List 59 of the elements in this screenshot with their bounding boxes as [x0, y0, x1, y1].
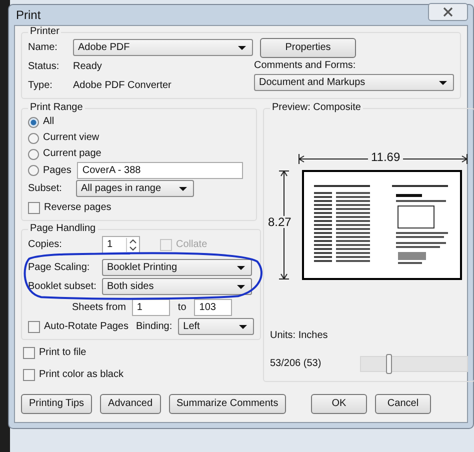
spin-arrows-icon — [129, 238, 137, 252]
type-value: Adobe PDF Converter — [73, 80, 172, 92]
checkbox[interactable] — [23, 368, 35, 380]
checkbox[interactable] — [28, 320, 40, 332]
comments-dropdown[interactable]: Document and Markups — [254, 74, 454, 91]
group-title: Page Handling — [29, 223, 97, 235]
properties-button[interactable]: Properties — [260, 38, 356, 58]
close-icon — [443, 7, 453, 17]
checkbox-label: Collate — [176, 238, 208, 250]
page-scaling-dropdown[interactable]: Booklet Printing — [102, 259, 252, 276]
checkbox[interactable] — [23, 346, 35, 358]
dialog-button[interactable]: Cancel — [375, 394, 431, 414]
group-title: Printer — [29, 26, 60, 38]
dialog-button[interactable]: Printing Tips — [21, 394, 92, 414]
radio-button[interactable] — [28, 148, 39, 160]
dialog-button[interactable]: Summarize Comments — [168, 394, 286, 414]
checkbox-label: Auto-Rotate Pages — [44, 320, 130, 332]
copies-spinner[interactable]: 1 — [102, 236, 140, 254]
field-label: Comments and Forms: — [254, 60, 357, 72]
field-label: Status: — [28, 60, 60, 72]
radio-label: Current page — [43, 148, 102, 160]
pages-field[interactable]: CoverA - 388 — [77, 162, 244, 179]
group-title: Preview: Composite — [271, 102, 362, 114]
field-label: Binding: — [136, 320, 172, 332]
status-value: Ready — [73, 60, 102, 72]
field-label: Sheets from — [72, 302, 126, 314]
binding-dropdown[interactable]: Left — [178, 318, 254, 335]
page-counter: 53/206 (53) — [270, 358, 322, 370]
field-label: Type: — [28, 80, 54, 92]
page-slider-thumb[interactable] — [386, 354, 392, 374]
dialog-button[interactable]: Advanced — [100, 394, 161, 414]
close-button[interactable] — [428, 3, 468, 21]
printer-dropdown[interactable]: Adobe PDF — [73, 39, 253, 56]
radio-label: All — [43, 116, 54, 128]
checkbox-label: Reverse pages — [44, 202, 112, 214]
checkbox[interactable] — [28, 202, 40, 214]
radio-button[interactable] — [28, 132, 39, 144]
field-label: Booklet subset: — [28, 280, 98, 292]
dialog-button[interactable]: OK — [311, 394, 367, 414]
sheets-from-field[interactable]: 1 — [132, 299, 170, 316]
radio-label: Pages — [43, 164, 72, 176]
booklet-subset-dropdown[interactable]: Both sides — [102, 278, 252, 295]
subset-dropdown[interactable]: All pages in range — [76, 180, 194, 197]
width-value: 11.69 — [368, 151, 404, 163]
radio-label: Current view — [43, 132, 100, 144]
radio-button[interactable] — [28, 116, 39, 128]
sheets-to-field[interactable]: 103 — [194, 299, 232, 316]
height-value: 8.27 — [268, 216, 292, 228]
field-label: Page Scaling: — [28, 262, 91, 274]
group-title: Print Range — [29, 102, 84, 114]
field-label: Subset: — [28, 182, 63, 194]
field-label: Copies: — [28, 238, 63, 250]
field-label: Name: — [28, 42, 58, 54]
window-title: Print — [15, 9, 41, 21]
units-label: Units: Inches — [270, 330, 329, 342]
checkbox-label: Print color as black — [39, 368, 124, 380]
radio-button[interactable] — [28, 165, 39, 176]
checkbox-label: Print to file — [39, 346, 86, 358]
field-label: to — [178, 302, 186, 314]
